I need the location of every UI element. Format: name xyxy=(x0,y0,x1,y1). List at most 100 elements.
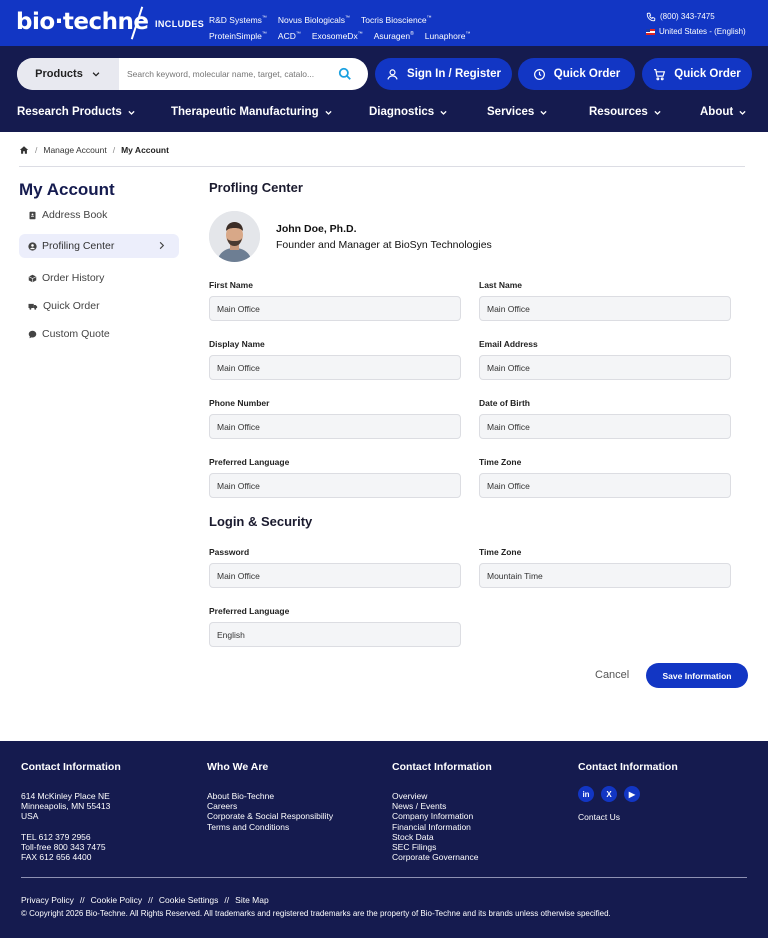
brand-link-acd[interactable]: ACD™ xyxy=(278,27,301,43)
footer-link[interactable]: Stock Data xyxy=(392,832,492,842)
account-title: My Account xyxy=(19,180,115,199)
footer-link[interactable]: Company Information xyxy=(392,811,492,821)
sidebar-item-label: Quick Order xyxy=(43,300,100,312)
site-map-link[interactable]: Site Map xyxy=(235,895,269,905)
footer-phone-line: TEL 612 379 2956 xyxy=(21,831,91,842)
breadcrumb-manage-account[interactable]: Manage Account xyxy=(43,145,106,155)
breadcrumb-separator: / xyxy=(35,145,38,155)
password-field[interactable]: Main Office xyxy=(209,563,461,588)
footer-link[interactable]: About Bio-Techne xyxy=(207,791,333,801)
user-icon xyxy=(387,68,398,80)
sidebar-item-order-history[interactable]: Order History xyxy=(19,266,179,290)
menu-label: About xyxy=(700,106,734,118)
bio-techne-logo[interactable]: bio·techne xyxy=(16,9,149,35)
sidebar-item-quick-order[interactable]: Quick Order xyxy=(19,294,179,318)
chevron-down-icon xyxy=(654,110,661,115)
search-box: Products xyxy=(17,58,368,90)
breadcrumb-separator: / xyxy=(112,145,116,155)
footer-separator: // xyxy=(148,895,153,905)
footer-link[interactable]: Corporate Governance xyxy=(392,852,492,862)
brand-link-proteinsimple[interactable]: ProteinSimple™ xyxy=(209,27,267,43)
save-information-button[interactable]: Save Information xyxy=(646,663,748,688)
date-of-birth-field[interactable]: Main Office xyxy=(479,414,731,439)
region-selector[interactable]: United States - (English) xyxy=(646,24,746,39)
search-icon[interactable] xyxy=(338,67,352,81)
cancel-button[interactable]: Cancel xyxy=(595,669,629,681)
footer-address-line: 614 McKinley Place NE xyxy=(21,791,110,801)
top-right-info: (800) 343-7475 United States - (English) xyxy=(646,9,746,39)
profile-role: Founder and Manager at BioSyn Technologi… xyxy=(276,239,492,251)
chevron-down-icon xyxy=(92,72,100,77)
footer-link[interactable]: Financial Information xyxy=(392,822,492,832)
home-icon[interactable] xyxy=(19,145,29,155)
footer: Contact Information 614 McKinley Place N… xyxy=(0,741,768,938)
footer-phone-line: Toll-free 800 343 7475 xyxy=(21,841,106,852)
menu-resources[interactable]: Resources xyxy=(589,106,662,118)
last-name-label: Last Name xyxy=(479,280,522,290)
address-book-icon xyxy=(29,211,36,219)
navigation-area: Products Sign In / Register Quick Order … xyxy=(0,46,768,132)
email-address-field[interactable]: Main Office xyxy=(479,355,731,380)
privacy-policy-link[interactable]: Privacy Policy xyxy=(21,895,74,905)
products-dropdown[interactable]: Products xyxy=(17,58,119,90)
sidebar-item-custom-quote[interactable]: Custom Quote xyxy=(19,322,179,346)
brand-link-novus[interactable]: Novus Biologicals™ xyxy=(278,11,350,27)
security-time-zone-label: Time Zone xyxy=(479,547,522,557)
display-name-field[interactable]: Main Office xyxy=(209,355,461,380)
preferred-language-field[interactable]: Main Office xyxy=(209,473,461,498)
phone-number: (800) 343-7475 xyxy=(660,12,715,21)
footer-link[interactable]: SEC Filings xyxy=(392,842,492,852)
sidebar-item-label: Order History xyxy=(42,272,105,284)
menu-label: Resources xyxy=(589,106,648,118)
preferred-language-label: Preferred Language xyxy=(209,457,290,467)
avatar[interactable] xyxy=(209,211,260,262)
first-name-field[interactable]: Main Office xyxy=(209,296,461,321)
footer-separator: // xyxy=(79,895,85,905)
cookie-policy-link[interactable]: Cookie Policy xyxy=(91,895,143,905)
footer-link[interactable]: Careers xyxy=(207,801,333,811)
menu-therapeutic-manufacturing[interactable]: Therapeutic Manufacturing xyxy=(171,106,333,118)
footer-link[interactable]: Corporate & Social Responsibility xyxy=(207,811,333,821)
brand-link-exosomedx[interactable]: ExosomeDx™ xyxy=(312,27,363,43)
last-name-field[interactable]: Main Office xyxy=(479,296,731,321)
user-circle-icon xyxy=(28,241,37,251)
menu-about[interactable]: About xyxy=(700,106,747,118)
footer-heading: Contact Information xyxy=(21,761,121,773)
sidebar-item-label: Address Book xyxy=(42,209,108,221)
footer-link[interactable]: News / Events xyxy=(392,801,492,811)
footer-legal-links: Privacy Policy // Cookie Policy // Cooki… xyxy=(21,895,269,905)
menu-diagnostics[interactable]: Diagnostics xyxy=(369,106,448,118)
menu-services[interactable]: Services xyxy=(487,106,548,118)
search-input[interactable] xyxy=(127,58,337,90)
quick-order-button-cart[interactable]: Quick Order xyxy=(642,58,752,90)
main-menu: Research Products Therapeutic Manufactur… xyxy=(0,104,768,124)
phone-link[interactable]: (800) 343-7475 xyxy=(646,9,746,24)
footer-link[interactable]: Overview xyxy=(392,791,492,801)
footer-address-line: USA xyxy=(21,811,39,822)
chevron-down-icon xyxy=(325,110,332,115)
x-twitter-icon[interactable]: X xyxy=(601,786,617,802)
linkedin-icon[interactable]: in xyxy=(578,786,594,802)
menu-research-products[interactable]: Research Products xyxy=(17,106,136,118)
brand-link-rnd-systems[interactable]: R&D Systems™ xyxy=(209,11,267,27)
sidebar-item-address-book[interactable]: Address Book xyxy=(19,203,179,227)
cookie-settings-link[interactable]: Cookie Settings xyxy=(159,895,219,905)
social-links: in X ▶ xyxy=(578,786,678,802)
quick-order-button-clock[interactable]: Quick Order xyxy=(518,58,635,90)
security-time-zone-field[interactable]: Mountain Time xyxy=(479,563,731,588)
brand-link-lunaphore[interactable]: Lunaphore™ xyxy=(425,27,471,43)
youtube-icon[interactable]: ▶ xyxy=(624,786,640,802)
sign-in-button[interactable]: Sign In / Register xyxy=(375,58,512,90)
sidebar-item-profiling-center[interactable]: Profiling Center xyxy=(19,234,179,258)
footer-link[interactable]: Terms and Conditions xyxy=(207,822,333,832)
contact-us-link[interactable]: Contact Us xyxy=(578,812,678,822)
clock-icon xyxy=(533,68,545,80)
phone-number-field[interactable]: Main Office xyxy=(209,414,461,439)
security-language-field[interactable]: English xyxy=(209,622,461,647)
time-zone-field[interactable]: Main Office xyxy=(479,473,731,498)
brand-link-tocris[interactable]: Tocris Bioscience™ xyxy=(361,11,432,27)
brand-link-asuragen[interactable]: Asuragen® xyxy=(374,27,414,43)
cart-icon xyxy=(654,68,666,80)
date-of-birth-label: Date of Birth xyxy=(479,398,530,408)
region-label: United States - (English) xyxy=(659,27,746,36)
